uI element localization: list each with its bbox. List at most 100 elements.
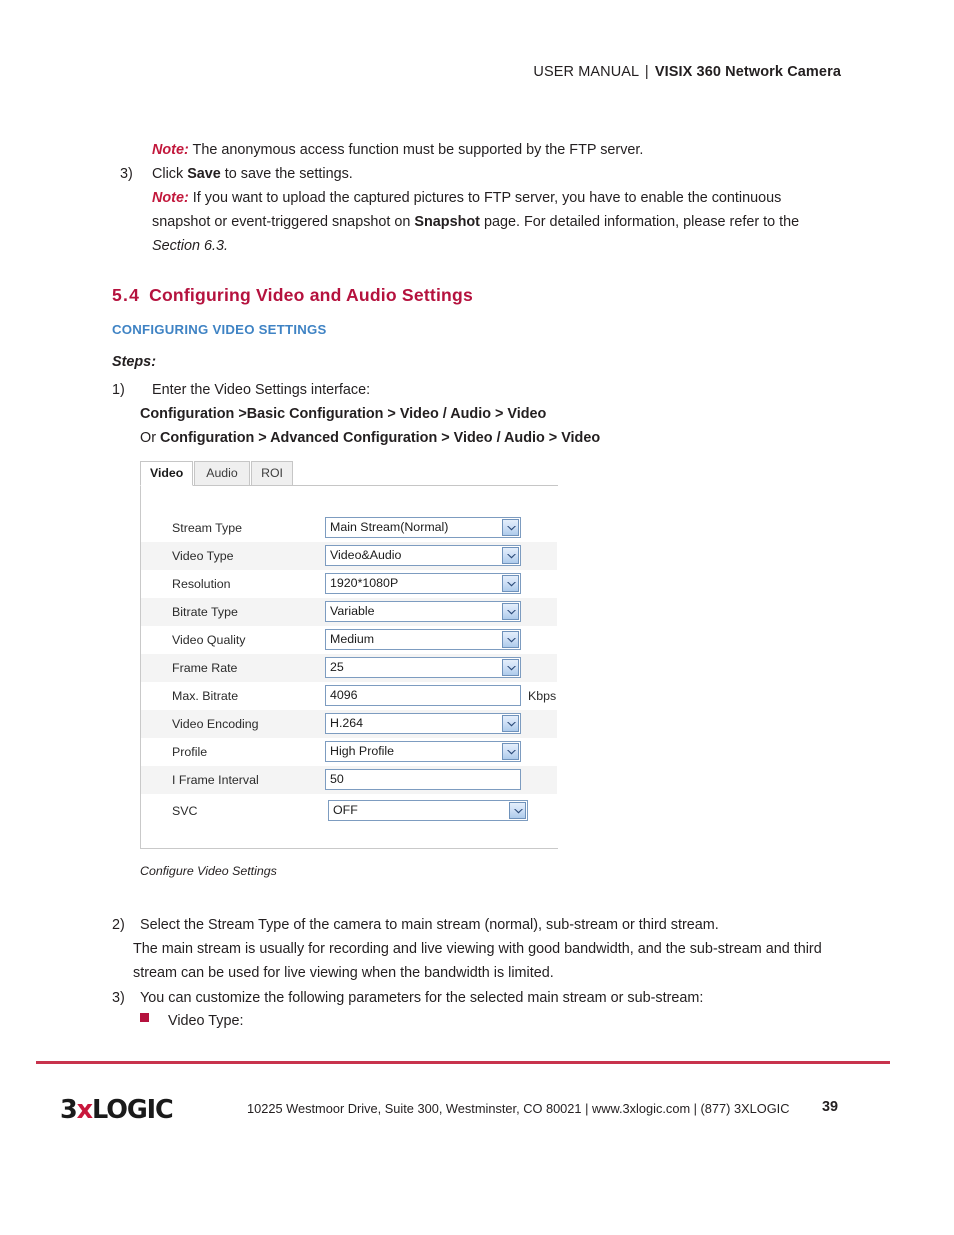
stream-type-dropdown[interactable]: Main Stream(Normal)	[325, 517, 521, 538]
field-label-max-bitrate: Max. Bitrate	[172, 689, 239, 703]
step-3-save-text: Click Save to save the settings.	[152, 162, 353, 186]
section-title: Configuring Video and Audio Settings	[149, 285, 473, 305]
field-label-frame-rate: Frame Rate	[172, 661, 238, 675]
tab-video-label: Video	[150, 466, 184, 480]
stream-type-value: Main Stream(Normal)	[330, 520, 449, 534]
profile-dropdown[interactable]: High Profile	[325, 741, 521, 762]
table-row: Video Type Video&Audio	[141, 542, 557, 570]
step-2-line-2: The main stream is usually for recording…	[133, 941, 822, 957]
config-path-or: Or	[140, 430, 160, 446]
profile-value: High Profile	[330, 744, 395, 758]
tab-roi[interactable]: ROI	[251, 461, 293, 486]
chevron-down-icon[interactable]	[502, 659, 519, 676]
header-manual-label: USER MANUAL	[533, 64, 639, 80]
step-marker-3-bottom: 3)	[112, 990, 125, 1006]
footer-divider	[36, 1061, 890, 1064]
table-row: Video Quality Medium	[141, 626, 557, 654]
3xlogic-logo: 3xLOGIC	[60, 1095, 174, 1125]
table-row: Bitrate Type Variable	[141, 598, 557, 626]
table-row: Profile High Profile	[141, 738, 557, 766]
frame-rate-value: 25	[330, 660, 344, 674]
step-2-line-1: Select the Stream Type of the camera to …	[140, 917, 719, 933]
field-label-bitrate-type: Bitrate Type	[172, 605, 238, 619]
subsection-heading: CONFIGURING VIDEO SETTINGS	[112, 322, 327, 337]
field-label-resolution: Resolution	[172, 577, 231, 591]
table-row: Resolution 1920*1080P	[141, 570, 557, 598]
frame-rate-dropdown[interactable]: 25	[325, 657, 521, 678]
logo-part-x: x	[76, 1095, 93, 1125]
save-keyword: Save	[187, 166, 221, 182]
chevron-down-icon[interactable]	[502, 519, 519, 536]
steps-label: Steps:	[112, 354, 156, 370]
header-product-name: VISIX 360 Network Camera	[654, 64, 841, 80]
logo-part-3: 3	[60, 1095, 78, 1125]
config-path-advanced-text: Configuration > Advanced Configuration >…	[159, 430, 601, 446]
bitrate-type-value: Variable	[330, 604, 375, 618]
table-row: Video Encoding H.264	[141, 710, 557, 738]
note-ftp-text-line1: If you want to upload the captured pictu…	[192, 190, 782, 206]
tab-video[interactable]: Video	[140, 461, 193, 486]
tab-audio-label: Audio	[206, 466, 238, 480]
tab-audio[interactable]: Audio	[194, 461, 250, 486]
chevron-down-icon[interactable]	[509, 802, 526, 819]
table-row: SVC OFF	[141, 794, 557, 826]
table-row: Stream Type Main Stream(Normal)	[141, 514, 557, 542]
video-settings-panel: Stream Type Main Stream(Normal) Video Ty…	[140, 486, 558, 849]
config-path-basic: Configuration >Basic Configuration > Vid…	[140, 406, 547, 422]
note-section-reference: Section 6.3.	[152, 238, 229, 254]
video-type-dropdown[interactable]: Video&Audio	[325, 545, 521, 566]
field-label-video-encoding: Video Encoding	[172, 717, 259, 731]
chevron-down-icon[interactable]	[502, 547, 519, 564]
chevron-down-icon[interactable]	[502, 575, 519, 592]
video-encoding-dropdown[interactable]: H.264	[325, 713, 521, 734]
logo-part-logic: LOGIC	[92, 1095, 174, 1125]
header-separator: |	[644, 64, 649, 80]
figure-caption: Configure Video Settings	[140, 864, 277, 878]
video-type-value: Video&Audio	[330, 548, 402, 562]
tab-roi-label: ROI	[261, 466, 283, 480]
snapshot-keyword: Snapshot	[414, 214, 480, 230]
resolution-value: 1920*1080P	[330, 576, 399, 590]
note-label-2: Note:	[152, 190, 189, 206]
step-marker-1: 1)	[112, 382, 125, 398]
chevron-down-icon[interactable]	[502, 715, 519, 732]
field-label-stream-type: Stream Type	[172, 521, 243, 535]
max-bitrate-value: 4096	[330, 688, 358, 702]
footer-address: 10225 Westmoor Drive, Suite 300, Westmin…	[247, 1101, 790, 1116]
note-ftp-line2-suffix: page. For detailed information, please r…	[479, 214, 800, 230]
i-frame-interval-value: 50	[330, 772, 344, 786]
field-label-svc: SVC	[172, 804, 198, 818]
settings-rows: Stream Type Main Stream(Normal) Video Ty…	[141, 514, 557, 826]
video-quality-dropdown[interactable]: Medium	[325, 629, 521, 650]
step-marker-3-top: 3)	[120, 166, 133, 182]
tab-strip: Video Audio ROI	[140, 461, 558, 486]
page-number: 39	[822, 1099, 839, 1115]
field-label-profile: Profile	[172, 745, 208, 759]
field-label-video-type: Video Type	[172, 549, 234, 563]
max-bitrate-input[interactable]: 4096	[325, 685, 521, 706]
section-heading: 5.4 Configuring Video and Audio Settings	[112, 285, 473, 306]
video-quality-value: Medium	[330, 632, 375, 646]
chevron-down-icon[interactable]	[502, 603, 519, 620]
table-row: Frame Rate 25	[141, 654, 557, 682]
svc-dropdown[interactable]: OFF	[328, 800, 528, 821]
field-label-i-frame-interval: I Frame Interval	[172, 773, 259, 787]
video-encoding-value: H.264	[330, 716, 364, 730]
step-marker-2: 2)	[112, 917, 125, 933]
note-label: Note:	[152, 142, 189, 158]
section-number: 5.4	[112, 285, 141, 305]
chevron-down-icon[interactable]	[502, 631, 519, 648]
resolution-dropdown[interactable]: 1920*1080P	[325, 573, 521, 594]
bitrate-type-dropdown[interactable]: Variable	[325, 601, 521, 622]
step-2-line-3: stream can be used for live viewing when…	[133, 965, 554, 981]
max-bitrate-unit: Kbps	[528, 689, 557, 703]
note-text: The anonymous access function must be su…	[192, 142, 644, 158]
chevron-down-icon[interactable]	[502, 743, 519, 760]
note-anonymous-access: Note: The anonymous access function must…	[152, 138, 643, 162]
step-1-text: Enter the Video Settings interface:	[152, 382, 371, 398]
page-header: USER MANUAL | VISIX 360 Network Camera	[533, 64, 841, 80]
camera-video-settings-screenshot: Video Audio ROI Stream Type Main Stream(…	[140, 461, 558, 849]
svc-value: OFF	[333, 803, 358, 817]
step-3-prefix: Click	[152, 166, 188, 182]
i-frame-interval-input[interactable]: 50	[325, 769, 521, 790]
